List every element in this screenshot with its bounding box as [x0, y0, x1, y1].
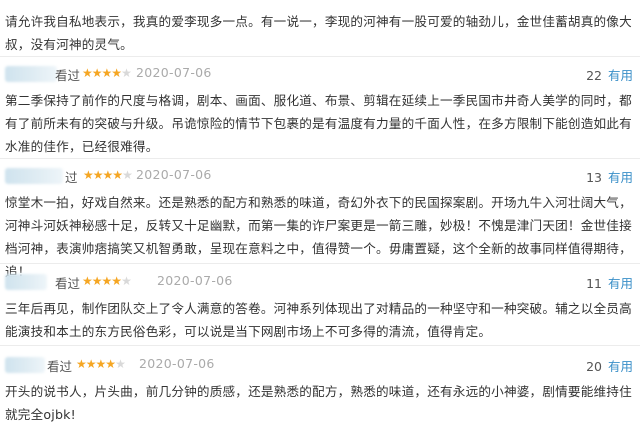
- review-date: 2020-07-06: [157, 273, 233, 288]
- star-filled-icon: ★: [105, 357, 116, 371]
- useful-vote[interactable]: 20 有用: [586, 356, 633, 375]
- useful-vote[interactable]: 11 有用: [586, 273, 633, 292]
- review-header: 看过 ★★★★★ 2020-07-06 22 有用: [5, 62, 633, 86]
- review-header: 过 ★★★★★ 2020-07-06 13 有用: [5, 164, 633, 188]
- star-filled-icon: ★: [85, 357, 97, 371]
- useful-vote[interactable]: 22 有用: [586, 65, 633, 84]
- divider: [0, 345, 640, 346]
- blurred-username[interactable]: [5, 357, 45, 373]
- star-empty-icon: ★: [115, 357, 126, 371]
- star-empty-icon: ★: [121, 66, 132, 80]
- star-filled-icon: ★: [82, 274, 93, 288]
- star-filled-icon: ★: [102, 168, 114, 182]
- star-empty-icon: ★: [122, 168, 133, 182]
- watch-status: 看过: [55, 68, 81, 83]
- review-text: 三年后再见，制作团队交上了令人满意的答卷。河神系列体现出了对精品的一种坚守和一种…: [5, 301, 632, 339]
- divider: [0, 56, 640, 57]
- review-header: 看过 ★★★★★ 2020-07-06 20 有用: [5, 353, 633, 377]
- review-date: 2020-07-06: [139, 356, 215, 371]
- useful-count: 13: [586, 170, 602, 185]
- review-header: 看过 ★★★★★ 2020-07-06 11 有用: [5, 270, 633, 294]
- useful-button[interactable]: 有用: [608, 276, 633, 291]
- star-rating: ★★★★★: [76, 355, 126, 373]
- useful-count: 11: [586, 276, 602, 291]
- review-text: 第二季保持了前作的尺度与格调，剧本、画面、服化道、布景、剪辑在延续上一季民国市井…: [5, 93, 632, 154]
- review-date: 2020-07-06: [136, 167, 212, 182]
- review-text: 开头的说书人，片头曲，前几分钟的质感，还是熟悉的配方，熟悉的味道，还有永远的小神…: [5, 384, 632, 422]
- star-filled-icon: ★: [76, 357, 87, 371]
- watch-status: 看过: [47, 359, 73, 374]
- useful-button[interactable]: 有用: [608, 68, 633, 83]
- star-rating: ★★★★★: [82, 272, 132, 290]
- review-text-intro: 请允许我自私地表示，我真的爱李现多一点。有一说一，李现的河神有一股可爱的轴劲儿，…: [5, 14, 632, 52]
- star-filled-icon: ★: [92, 168, 104, 182]
- star-filled-icon: ★: [91, 274, 103, 288]
- star-empty-icon: ★: [121, 274, 132, 288]
- divider: [0, 263, 640, 264]
- star-filled-icon: ★: [82, 66, 93, 80]
- review-date: 2020-07-06: [136, 65, 212, 80]
- watch-status: 过: [65, 170, 78, 185]
- divider: [0, 158, 640, 159]
- blurred-username[interactable]: [5, 168, 63, 184]
- star-filled-icon: ★: [91, 66, 103, 80]
- star-filled-icon: ★: [111, 66, 122, 80]
- star-filled-icon: ★: [112, 168, 123, 182]
- blurred-username[interactable]: [5, 274, 47, 290]
- star-filled-icon: ★: [83, 168, 94, 182]
- star-filled-icon: ★: [101, 66, 113, 80]
- star-rating: ★★★★★: [82, 64, 132, 82]
- useful-vote[interactable]: 13 有用: [586, 167, 633, 186]
- useful-button[interactable]: 有用: [608, 170, 633, 185]
- star-filled-icon: ★: [111, 274, 122, 288]
- watch-status: 看过: [55, 276, 81, 291]
- blurred-username[interactable]: [5, 66, 57, 82]
- star-rating: ★★★★★: [83, 166, 133, 184]
- useful-button[interactable]: 有用: [608, 359, 633, 374]
- useful-count: 20: [586, 359, 602, 374]
- useful-count: 22: [586, 68, 602, 83]
- star-filled-icon: ★: [101, 274, 113, 288]
- star-filled-icon: ★: [95, 357, 107, 371]
